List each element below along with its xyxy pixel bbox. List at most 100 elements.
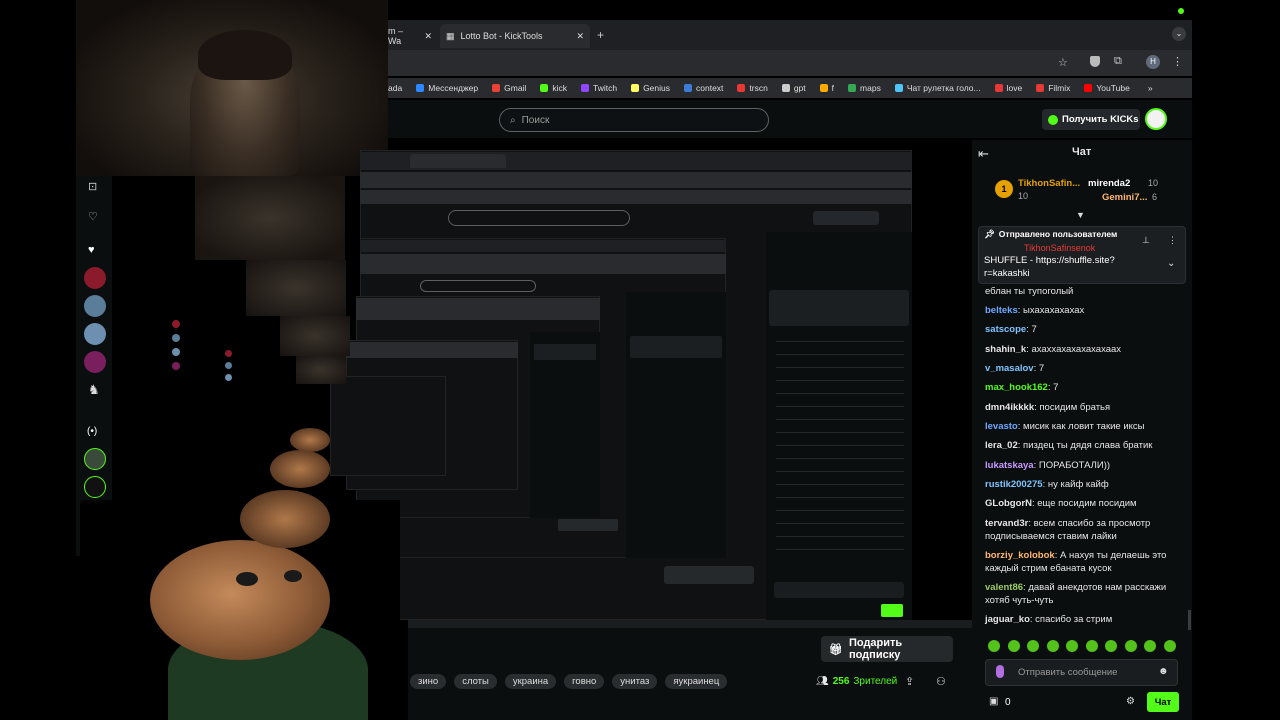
bookmark-item[interactable]: kick — [540, 83, 567, 93]
menu-icon[interactable]: ⋮ — [1168, 235, 1177, 246]
chat-username[interactable]: GLobgorN — [985, 498, 1032, 509]
chat-username[interactable]: lukatskaya — [985, 460, 1034, 471]
chat-username[interactable]: tervand3r — [985, 518, 1028, 529]
emoji-icon[interactable]: ☻ — [1158, 666, 1169, 677]
bookmark-item[interactable]: Twitch — [580, 83, 617, 93]
tag[interactable]: украина — [504, 674, 557, 689]
bookmark-item[interactable]: Чат рулетка голо... — [894, 83, 981, 93]
nested-bookmarks-bar — [360, 190, 912, 204]
channel-avatar-icon[interactable] — [84, 323, 106, 345]
tab-whatsapp[interactable]: m – Wa ✕ — [388, 24, 432, 48]
tab-label: Lotto Bot - KickTools — [460, 31, 543, 41]
emote-icon[interactable] — [1085, 640, 1098, 652]
close-icon[interactable]: ✕ — [424, 31, 432, 42]
chat-username[interactable]: rustik200275 — [985, 479, 1043, 490]
emote-icon[interactable] — [1144, 640, 1156, 652]
gift-sub-button[interactable]: 🎁︎ Подарить подписку — [821, 636, 953, 662]
new-tab-icon[interactable]: + — [597, 28, 604, 42]
chat-username[interactable]: jaguar_ko — [985, 614, 1030, 625]
address-bar[interactable] — [388, 50, 1192, 76]
heart-outline-icon[interactable]: ♡ — [88, 210, 98, 223]
bookmark-item[interactable]: Filmix — [1036, 83, 1070, 93]
chat-username[interactable]: satscope — [985, 324, 1026, 335]
channel-avatar-icon[interactable] — [84, 351, 106, 373]
bookmark-item[interactable]: love — [994, 83, 1022, 93]
tab-lotto-bot[interactable]: ▦ Lotto Bot - KickTools ✕ — [440, 24, 590, 48]
gear-icon[interactable]: ⚙ — [1126, 696, 1135, 707]
chess-knight-icon[interactable]: ♞ — [88, 382, 100, 398]
close-icon[interactable]: ✕ — [576, 31, 584, 42]
emote-icon[interactable] — [1124, 640, 1137, 652]
channel-avatar-icon[interactable] — [84, 448, 106, 470]
chat-username[interactable]: levasto — [985, 421, 1018, 432]
leaderboard-name[interactable]: mirenda2 — [1088, 178, 1130, 189]
bookmark-item[interactable]: trscn — [737, 83, 768, 93]
bookmark-item[interactable]: ada — [388, 83, 402, 93]
pinned-text-line: r=kakashki — [984, 268, 1030, 279]
chat-username[interactable]: belteks — [985, 305, 1018, 316]
profile-icon[interactable]: H — [1146, 55, 1160, 69]
channel-avatar-icon[interactable] — [84, 295, 106, 317]
emote-icon[interactable] — [1163, 640, 1176, 652]
star-icon[interactable]: ☆ — [1058, 56, 1068, 69]
bookmarks-overflow-icon[interactable]: » — [1148, 83, 1153, 93]
get-kicks-button[interactable]: Получить KICKs — [1042, 109, 1140, 130]
rank-badge-icon: 1 — [995, 180, 1013, 198]
chat-username[interactable]: max_hook162 — [985, 382, 1048, 393]
gpt-icon — [781, 84, 790, 92]
emote-icon[interactable] — [1027, 640, 1039, 652]
menu-icon[interactable]: ⋮ — [1172, 55, 1183, 68]
tag[interactable]: унитаз — [612, 674, 658, 689]
pin-icon: 📌︎ — [984, 229, 995, 239]
avatar[interactable] — [1145, 108, 1167, 130]
tag[interactable]: слоты — [454, 674, 497, 689]
pin-icon[interactable]: ⊥ — [1142, 235, 1150, 246]
tag[interactable]: зино — [410, 674, 447, 689]
chevron-down-icon[interactable]: ⌄ — [1172, 27, 1186, 41]
user-settings-icon[interactable]: ⚇ — [936, 675, 946, 688]
shield-icon[interactable] — [1090, 56, 1100, 67]
bookmark-item[interactable]: context — [684, 83, 723, 93]
heart-icon[interactable]: ♥ — [88, 244, 95, 256]
bookmark-item[interactable]: maps — [848, 83, 881, 93]
emote-icon[interactable] — [988, 640, 1000, 652]
channel-avatar-icon[interactable] — [84, 267, 106, 289]
emote-icon[interactable] — [1105, 640, 1117, 652]
bookmark-item[interactable]: Мессенджер — [416, 83, 478, 93]
send-chat-button[interactable]: Чат — [1147, 692, 1179, 712]
tag[interactable]: яукраинец — [665, 674, 728, 689]
search-input[interactable]: ⌕ Поиск — [499, 108, 769, 132]
search-icon: ⌕ — [510, 114, 516, 126]
pinned-username[interactable]: TikhonSafinsenok — [1024, 243, 1095, 253]
collapse-chat-icon[interactable]: ⇤ — [978, 146, 989, 162]
twitch-icon — [580, 84, 589, 92]
chat-username[interactable]: borziy_kolobok — [985, 550, 1055, 561]
filter-icon[interactable]: ▼ — [1076, 210, 1085, 220]
following-icon[interactable]: ⊡ — [88, 180, 97, 193]
chat-username[interactable]: dmn4ikkkk — [985, 402, 1034, 413]
chat-username[interactable]: v_masalov — [985, 363, 1034, 374]
bookmark-item[interactable]: YouTube — [1084, 83, 1130, 93]
emote-icon[interactable] — [1046, 640, 1059, 652]
share-icon[interactable]: ⇪ — [905, 675, 914, 688]
chat-scrollbar[interactable] — [1188, 610, 1191, 630]
tag[interactable]: говно — [564, 674, 605, 689]
bookmark-item[interactable]: Gmail — [492, 83, 526, 93]
leaderboard-name[interactable]: TikhonSafin... — [1018, 178, 1080, 189]
live-icon: (•) — [87, 426, 98, 437]
emote-icon[interactable] — [1066, 640, 1078, 652]
channel-avatar-icon[interactable] — [84, 476, 106, 498]
nested-webcam — [246, 260, 346, 316]
bookmark-item[interactable]: f — [819, 83, 834, 93]
chevron-down-icon[interactable]: ⌄ — [1167, 258, 1175, 269]
emote-icon[interactable] — [1007, 640, 1020, 652]
chat-username[interactable]: lera_02 — [985, 440, 1018, 451]
chat-input[interactable]: Отправить сообщение — [985, 659, 1178, 686]
chat-username[interactable]: valent86 — [985, 582, 1023, 593]
microphone-icon[interactable] — [996, 665, 1004, 678]
leaderboard-name[interactable]: Gemini7... — [1102, 192, 1147, 203]
bookmark-item[interactable]: Genius — [631, 83, 670, 93]
bookmark-item[interactable]: gpt — [781, 83, 806, 93]
extensions-icon[interactable]: ⧉ — [1114, 55, 1122, 68]
chat-username[interactable]: shahin_k — [985, 344, 1026, 355]
